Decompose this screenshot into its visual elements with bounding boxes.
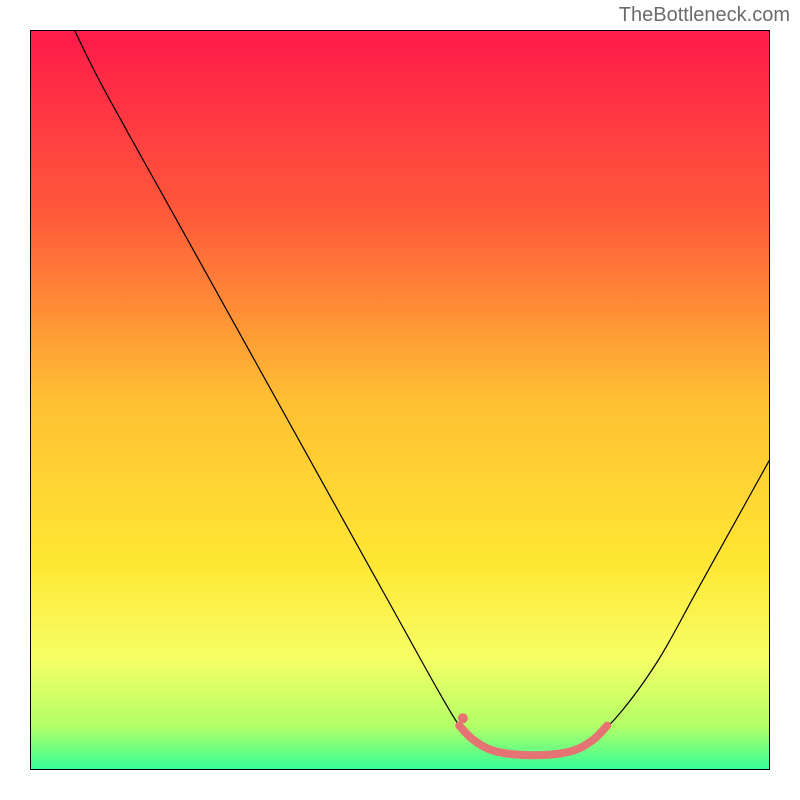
highlight-marker — [458, 713, 468, 723]
watermark-text: TheBottleneck.com — [619, 4, 790, 27]
chart-area — [30, 30, 770, 770]
chart-svg — [30, 30, 770, 770]
